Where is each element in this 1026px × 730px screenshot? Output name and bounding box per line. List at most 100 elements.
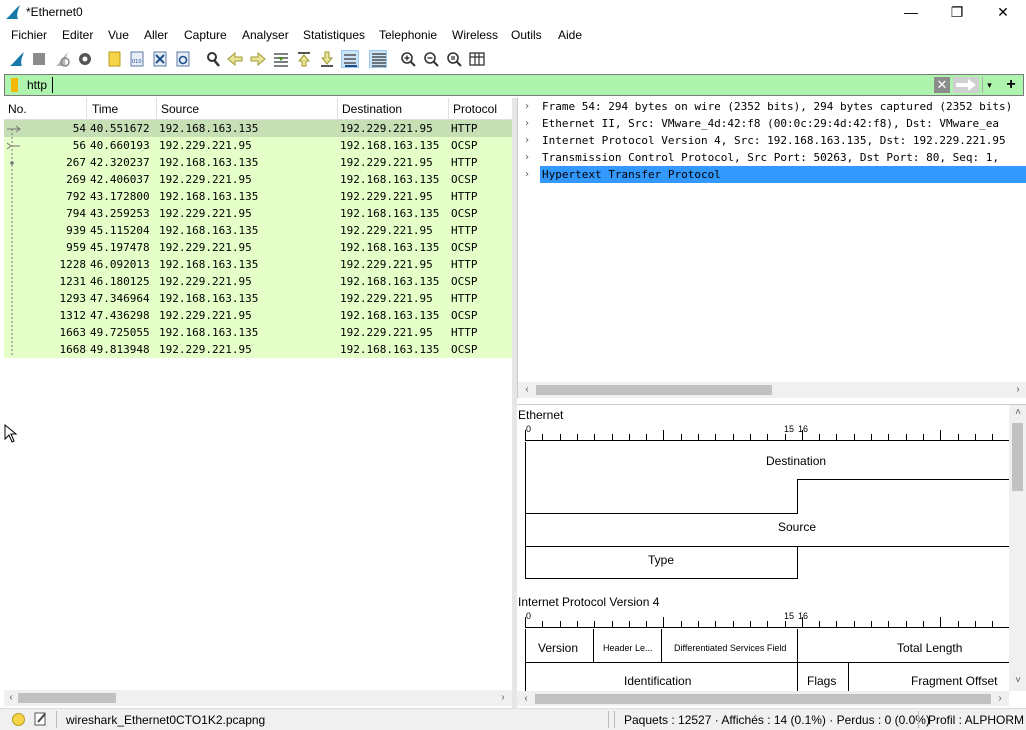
column-source[interactable]: Source — [161, 102, 199, 116]
table-row[interactable]: 1312 47.436298 192.229.221.95 192.168.163.1… — [4, 307, 512, 324]
table-row[interactable]: 54 40.551672 192.168.163.135 192.229.221.95… — [4, 120, 512, 137]
scroll-thumb[interactable] — [535, 694, 991, 704]
scroll-thumb[interactable] — [536, 385, 772, 395]
scroll-left-icon[interactable]: ‹ — [519, 691, 533, 706]
close-file-icon[interactable] — [151, 50, 169, 68]
display-filter-bar: http ✕ ▾ + — [4, 74, 1024, 96]
resize-columns-icon[interactable] — [468, 50, 486, 68]
table-row[interactable]: 792 43.172800 192.168.163.135 192.229.221.9… — [4, 188, 512, 205]
expand-icon[interactable]: › — [524, 149, 530, 166]
reload-file-icon[interactable] — [174, 50, 192, 68]
expand-icon[interactable]: › — [524, 98, 530, 115]
colorize-icon[interactable] — [369, 50, 387, 68]
expand-icon[interactable]: › — [524, 166, 530, 183]
menu-outils[interactable]: Outils — [511, 28, 542, 42]
menu-vue[interactable]: Vue — [108, 28, 129, 42]
table-row[interactable]: 1668 49.813948 192.229.221.95 192.168.163.1… — [4, 341, 512, 358]
clear-filter-icon[interactable]: ✕ — [934, 77, 950, 93]
menu-wireless[interactable]: Wireless — [452, 28, 498, 42]
menu-analyser[interactable]: Analyser — [242, 28, 289, 42]
menu-statistiques[interactable]: Statistiques — [303, 28, 365, 42]
expand-icon[interactable]: › — [524, 132, 530, 149]
table-row[interactable]: 959 45.197478 192.229.221.95 192.168.163.13… — [4, 239, 512, 256]
table-row[interactable]: 267 42.320237 192.168.163.135 192.229.221.9… — [4, 154, 512, 171]
table-row[interactable]: 269 42.406037 192.229.221.95 192.168.163.13… — [4, 171, 512, 188]
column-protocol[interactable]: Protocol — [453, 102, 497, 116]
cell-pr: OCSP — [451, 309, 478, 322]
details-hscrollbar[interactable]: ‹ › — [518, 382, 1026, 398]
profile-indicator[interactable]: Profil : ALPHORM — [928, 713, 1024, 727]
start-capture-icon[interactable] — [8, 50, 26, 68]
menu-aller[interactable]: Aller — [144, 28, 168, 42]
zoom-in-icon[interactable] — [399, 50, 417, 68]
field-type[interactable]: Type — [648, 553, 674, 567]
table-row[interactable]: 1293 47.346964 192.168.163.135 192.229.221.… — [4, 290, 512, 307]
display-filter-input[interactable]: http — [27, 78, 47, 92]
go-forward-icon[interactable] — [249, 50, 267, 68]
diagram-vscrollbar[interactable]: ˄ ˅ — [1009, 405, 1026, 691]
apply-filter-arrow-icon[interactable] — [953, 77, 979, 93]
zoom-normal-icon[interactable] — [445, 50, 463, 68]
restart-capture-icon[interactable] — [53, 50, 71, 68]
field-fragment-offset[interactable]: Fragment Offset — [911, 674, 997, 688]
close-button[interactable]: ✕ — [980, 0, 1026, 26]
table-row[interactable]: 1228 46.092013 192.168.163.135 192.229.221.… — [4, 256, 512, 273]
table-row[interactable]: 56 40.660193 192.229.221.95 192.168.163.135… — [4, 137, 512, 154]
filter-bookmark-icon[interactable] — [11, 78, 18, 92]
expert-info-icon[interactable] — [12, 713, 25, 726]
scroll-down-icon[interactable]: ˅ — [1011, 673, 1025, 689]
column-time[interactable]: Time — [92, 102, 118, 116]
scroll-right-icon[interactable]: › — [1011, 382, 1025, 398]
detail-ethernet[interactable]: › Ethernet II, Src: VMware_4d:42:f8 (00:0… — [518, 115, 1026, 132]
filter-history-dropdown-icon[interactable]: ▾ — [982, 77, 996, 93]
save-file-icon[interactable]: 010 — [128, 50, 146, 68]
field-header-length[interactable]: Header Le... — [603, 643, 653, 653]
scroll-right-icon[interactable]: › — [993, 691, 1007, 706]
capture-options-icon[interactable] — [76, 50, 94, 68]
scroll-left-icon[interactable]: ‹ — [520, 382, 534, 398]
detail-http[interactable]: › Hypertext Transfer Protocol — [518, 166, 1026, 183]
scroll-thumb[interactable] — [18, 693, 116, 703]
stop-capture-icon[interactable] — [30, 50, 48, 68]
table-row[interactable]: 1231 46.180125 192.229.221.95 192.168.163.1… — [4, 273, 512, 290]
field-version[interactable]: Version — [538, 641, 578, 655]
scroll-thumb[interactable] — [1012, 423, 1023, 491]
table-row[interactable]: 939 45.115204 192.168.163.135 192.229.221.9… — [4, 222, 512, 239]
maximize-button[interactable]: ❐ — [934, 0, 980, 26]
autoscroll-icon[interactable] — [341, 50, 359, 68]
go-first-packet-icon[interactable] — [295, 50, 313, 68]
minimize-button[interactable]: — — [888, 0, 934, 26]
go-to-packet-icon[interactable] — [272, 50, 290, 68]
menu-aide[interactable]: Aide — [558, 28, 582, 42]
add-filter-button[interactable]: + — [1001, 75, 1021, 95]
capture-comment-icon[interactable] — [34, 712, 48, 726]
open-file-icon[interactable] — [106, 50, 124, 68]
field-source[interactable]: Source — [778, 520, 816, 534]
scroll-up-icon[interactable]: ˄ — [1011, 405, 1025, 421]
field-identification[interactable]: Identification — [624, 674, 691, 688]
go-back-icon[interactable] — [226, 50, 244, 68]
scroll-right-icon[interactable]: › — [496, 690, 510, 706]
field-total-length[interactable]: Total Length — [897, 641, 962, 655]
menu-telephonie[interactable]: Telephonie — [379, 28, 437, 42]
column-destination[interactable]: Destination — [342, 102, 402, 116]
menu-editer[interactable]: Editer — [62, 28, 93, 42]
table-row[interactable]: 1663 49.725055 192.168.163.135 192.229.221.… — [4, 324, 512, 341]
go-last-packet-icon[interactable] — [318, 50, 336, 68]
detail-tcp[interactable]: › Transmission Control Protocol, Src Port… — [518, 149, 1026, 166]
menu-fichier[interactable]: Fichier — [11, 28, 47, 42]
zoom-out-icon[interactable] — [422, 50, 440, 68]
expand-icon[interactable]: › — [524, 115, 530, 132]
column-no[interactable]: No. — [8, 102, 27, 116]
scroll-left-icon[interactable]: ‹ — [4, 690, 18, 706]
find-packet-icon[interactable] — [204, 50, 222, 68]
diagram-hscrollbar[interactable]: ‹ › — [517, 691, 1009, 706]
menu-capture[interactable]: Capture — [184, 28, 227, 42]
packet-list-hscrollbar[interactable]: ‹ › — [4, 690, 512, 706]
detail-frame[interactable]: › Frame 54: 294 bytes on wire (2352 bits)… — [518, 98, 1026, 115]
field-flags[interactable]: Flags — [807, 674, 836, 688]
detail-ipv4[interactable]: › Internet Protocol Version 4, Src: 192.1… — [518, 132, 1026, 149]
field-dsf[interactable]: Differentiated Services Field — [674, 643, 786, 653]
table-row[interactable]: 794 43.259253 192.229.221.95 192.168.163.13… — [4, 205, 512, 222]
title-bar: *Ethernet0 — ❐ ✕ — [0, 0, 1026, 26]
